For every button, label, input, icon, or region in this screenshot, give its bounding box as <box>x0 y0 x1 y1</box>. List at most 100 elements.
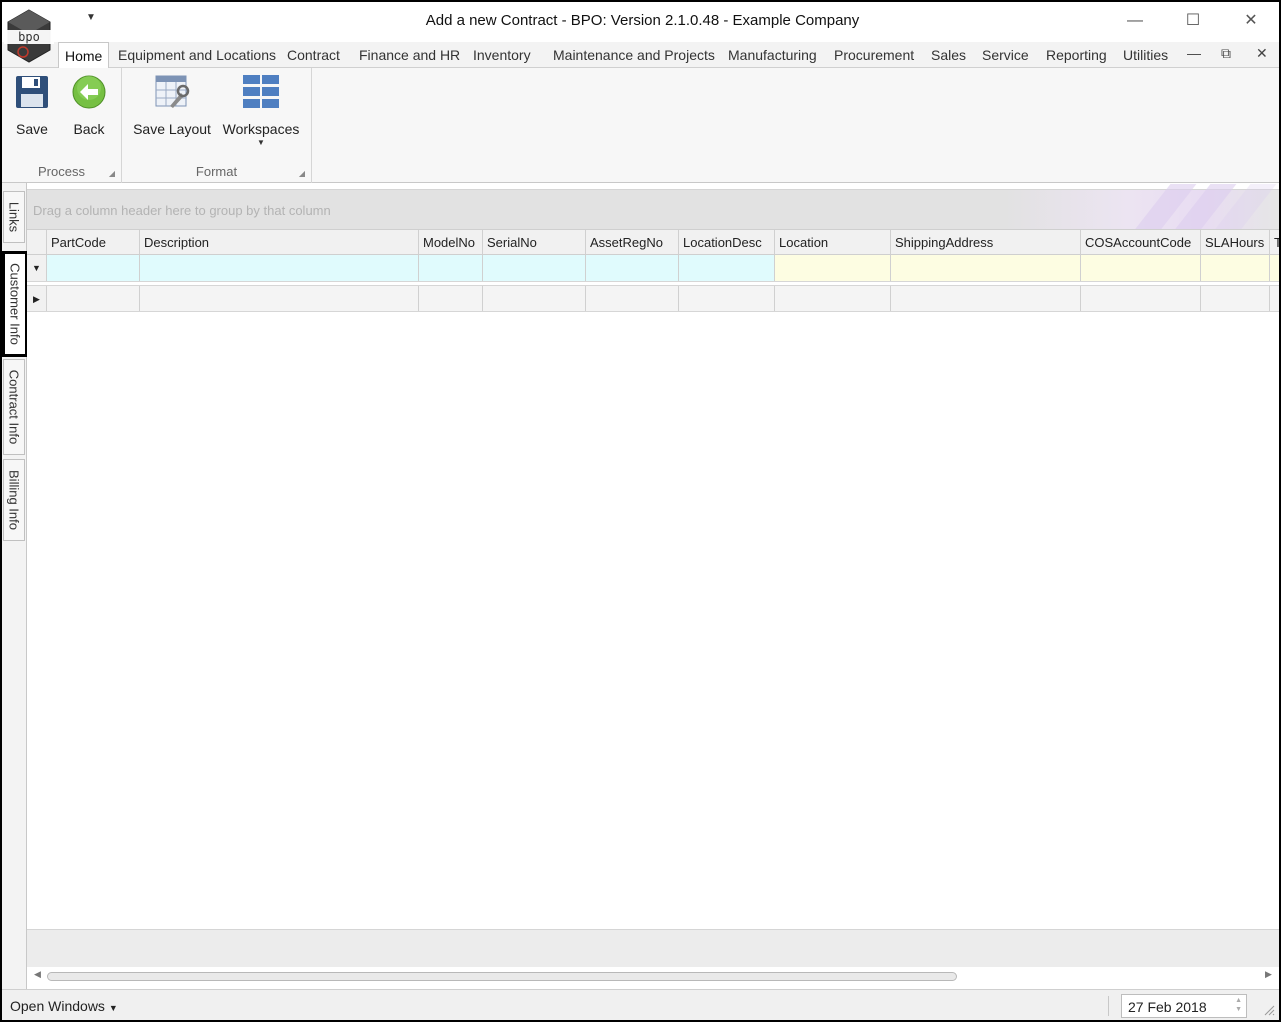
date-field[interactable]: 27 Feb 2018 ▲ ▼ <box>1121 994 1247 1018</box>
new-row-cell[interactable] <box>775 255 891 281</box>
open-windows-menu[interactable]: Open Windows ▼ <box>10 998 118 1014</box>
table-cell[interactable] <box>891 286 1081 311</box>
new-row-pin-icon: ▼ <box>27 255 47 281</box>
tab-equipment-and-locations[interactable]: Equipment and Locations <box>118 47 276 63</box>
new-item-row[interactable]: ▼ <box>27 255 1279 282</box>
date-value: 27 Feb 2018 <box>1128 999 1207 1015</box>
scroll-left-icon[interactable]: ◀ <box>34 969 41 980</box>
tab-utilities[interactable]: Utilities <box>1123 47 1168 63</box>
column-header-shippingaddress[interactable]: ShippingAddress <box>891 230 1081 254</box>
table-cell[interactable] <box>679 286 775 311</box>
column-header-location[interactable]: Location <box>775 230 891 254</box>
mdi-close-icon[interactable]: ✕ <box>1256 45 1268 62</box>
back-button[interactable]: Back <box>68 74 110 137</box>
new-row-cell[interactable] <box>140 255 419 281</box>
save-layout-label: Save Layout <box>133 121 211 137</box>
header-indicator-cell <box>27 230 47 254</box>
date-spin-icon[interactable]: ▲ ▼ <box>1235 996 1242 1014</box>
workspaces-label: Workspaces <box>222 121 300 137</box>
new-row-cell[interactable] <box>483 255 586 281</box>
save-layout-button[interactable]: Save Layout <box>132 74 212 137</box>
side-tab-customer-info[interactable]: Customer Info <box>2 251 28 357</box>
app-logo[interactable]: bpo <box>4 8 54 64</box>
new-row-cell[interactable] <box>679 255 775 281</box>
new-row-cell[interactable] <box>586 255 679 281</box>
process-group-label: Process <box>38 164 85 179</box>
group-by-panel[interactable]: Drag a column header here to group by th… <box>27 184 1279 244</box>
column-header-slahours[interactable]: SLAHours <box>1201 230 1270 254</box>
column-header-assetregno[interactable]: AssetRegNo <box>586 230 679 254</box>
table-cell[interactable] <box>1201 286 1270 311</box>
side-tab-contract-info[interactable]: Contract Info <box>3 359 25 455</box>
mdi-minimize-icon[interactable]: — <box>1187 45 1201 61</box>
column-header-cosaccountcode[interactable]: COSAccountCode <box>1081 230 1201 254</box>
column-header-locationdesc[interactable]: LocationDesc <box>679 230 775 254</box>
tab-sales[interactable]: Sales <box>931 47 966 63</box>
new-row-cell[interactable] <box>419 255 483 281</box>
column-header-serialno[interactable]: SerialNo <box>483 230 586 254</box>
column-header-modelno[interactable]: ModelNo <box>419 230 483 254</box>
workspaces-button[interactable]: Workspaces ▼ <box>222 74 300 147</box>
tab-service[interactable]: Service <box>982 47 1029 63</box>
save-button[interactable]: Save <box>12 74 52 137</box>
grid-header-row: PartCode Description ModelNo SerialNo As… <box>27 229 1279 255</box>
back-arrow-icon <box>72 75 106 109</box>
table-cell[interactable] <box>586 286 679 311</box>
row-indicator-arrow-icon: ▶ <box>27 286 47 311</box>
tab-reporting[interactable]: Reporting <box>1046 47 1107 63</box>
new-row-cell[interactable] <box>1081 255 1201 281</box>
close-button[interactable]: ✕ <box>1236 10 1266 34</box>
table-cell[interactable] <box>483 286 586 311</box>
tab-procurement[interactable]: Procurement <box>834 47 914 63</box>
ribbon-panel: Save Back Process ◢ Save Layout Workspac… <box>2 68 1279 183</box>
table-cell[interactable] <box>140 286 419 311</box>
column-header-partcode[interactable]: PartCode <box>47 230 140 254</box>
window-title: Add a new Contract - BPO: Version 2.1.0.… <box>425 12 860 29</box>
mdi-restore-icon[interactable]: ⧉ <box>1221 45 1231 62</box>
new-row-cell[interactable] <box>47 255 140 281</box>
horizontal-scrollbar[interactable]: ◀ ▶ <box>27 967 1279 987</box>
table-cell[interactable] <box>47 286 140 311</box>
workspaces-dropdown-icon: ▼ <box>257 138 265 147</box>
ribbon-tab-bar: Home Equipment and Locations Contract Fi… <box>2 42 1279 69</box>
table-cell[interactable] <box>419 286 483 311</box>
open-windows-dropdown-icon: ▼ <box>108 1003 118 1013</box>
scrollbar-thumb[interactable] <box>47 972 957 981</box>
format-dialog-launcher-icon[interactable]: ◢ <box>299 169 305 178</box>
minimize-button[interactable]: — <box>1120 10 1150 34</box>
new-row-cell[interactable] <box>1270 255 1279 281</box>
floppy-disk-icon <box>16 76 48 108</box>
resize-grip-icon[interactable] <box>1263 1004 1275 1016</box>
tab-inventory[interactable]: Inventory <box>473 47 531 63</box>
table-row[interactable]: ▶ <box>27 285 1279 312</box>
ribbon-group-format: Save Layout Workspaces ▼ Format ◢ <box>122 68 312 183</box>
table-cell[interactable] <box>775 286 891 311</box>
side-tab-billing-info[interactable]: Billing Info <box>3 459 25 541</box>
ribbon-group-process: Save Back Process ◢ <box>2 68 122 183</box>
group-by-hint: Drag a column header here to group by th… <box>33 203 331 218</box>
grid-footer <box>27 929 1279 967</box>
table-cell[interactable] <box>1270 286 1279 311</box>
app-window: bpo ▼ Add a new Contract - BPO: Version … <box>0 0 1281 1022</box>
title-bar: bpo ▼ Add a new Contract - BPO: Version … <box>2 2 1279 63</box>
tab-maintenance-and-projects[interactable]: Maintenance and Projects <box>553 47 715 63</box>
back-label: Back <box>73 121 105 137</box>
new-row-cell[interactable] <box>891 255 1081 281</box>
format-group-label: Format <box>195 164 238 179</box>
workspaces-icon <box>243 75 279 108</box>
contract-items-grid: Drag a column header here to group by th… <box>27 183 1279 989</box>
tab-contract[interactable]: Contract <box>287 47 340 63</box>
tab-home[interactable]: Home <box>58 42 110 69</box>
save-label: Save <box>16 121 48 137</box>
status-separator <box>1108 996 1109 1016</box>
tab-finance-and-hr[interactable]: Finance and HR <box>359 47 460 63</box>
column-header-truncated[interactable]: T <box>1270 230 1279 254</box>
new-row-cell[interactable] <box>1201 255 1270 281</box>
process-dialog-launcher-icon[interactable]: ◢ <box>109 169 115 178</box>
table-cell[interactable] <box>1081 286 1201 311</box>
side-tab-links[interactable]: Links <box>3 191 25 243</box>
maximize-button[interactable]: ☐ <box>1178 10 1208 34</box>
column-header-description[interactable]: Description <box>140 230 419 254</box>
tab-manufacturing[interactable]: Manufacturing <box>728 47 817 63</box>
scroll-right-icon[interactable]: ▶ <box>1265 969 1272 980</box>
